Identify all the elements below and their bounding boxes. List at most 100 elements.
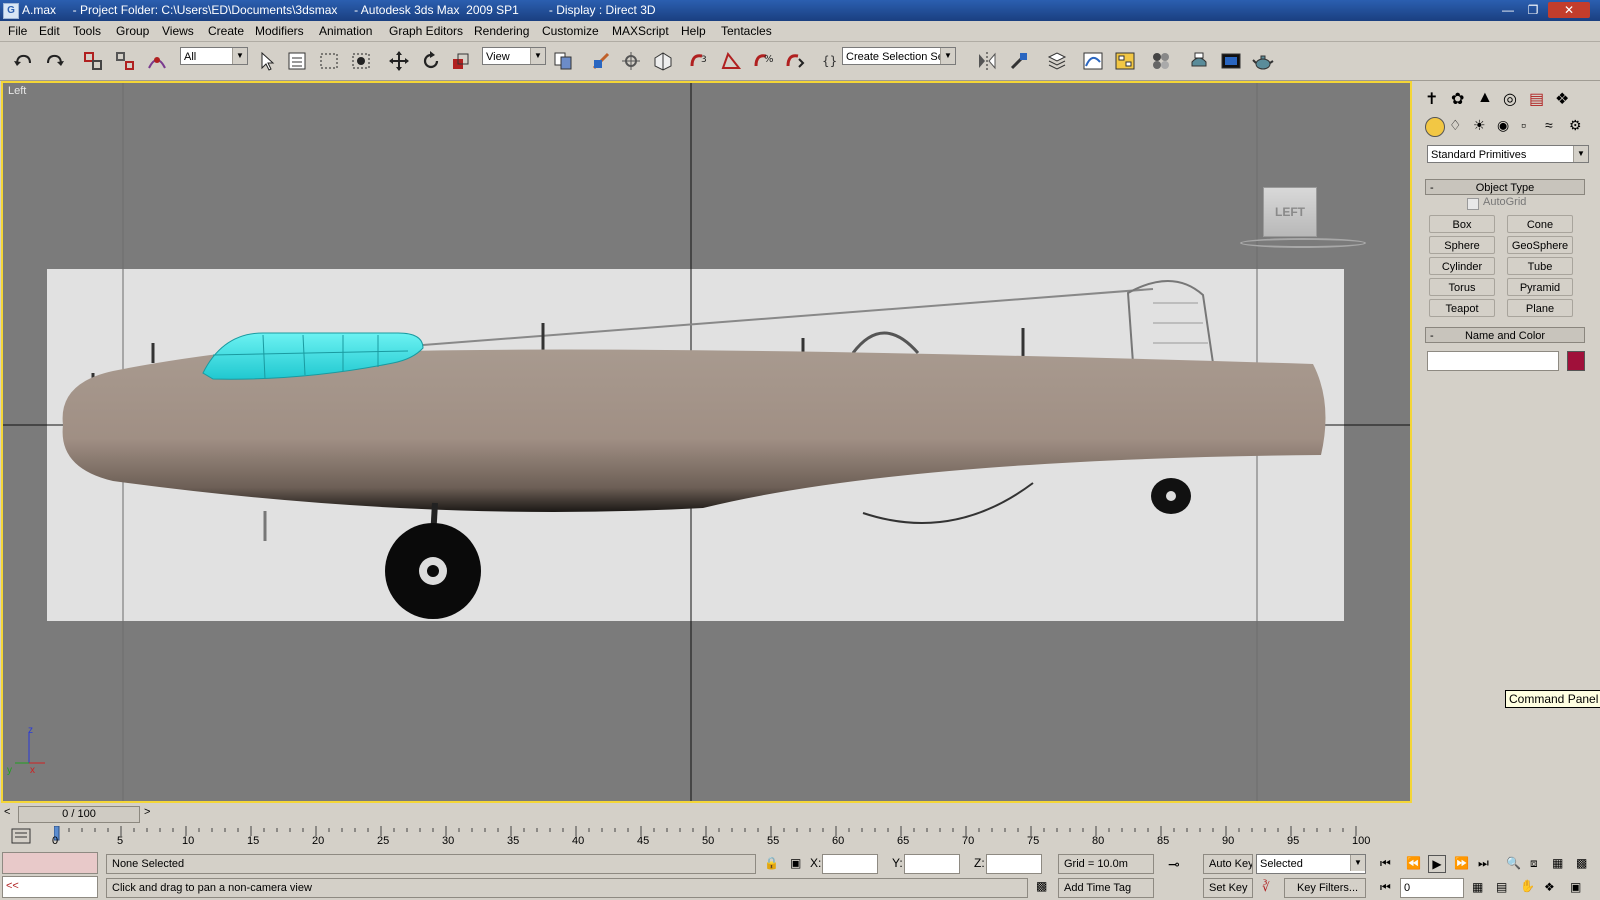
rotate-icon[interactable] (420, 50, 442, 72)
object-name-input[interactable] (1427, 351, 1559, 371)
helpers-icon[interactable]: ▫ (1521, 117, 1526, 133)
lock-selection-icon[interactable]: 🔒 (764, 856, 779, 870)
time-slider[interactable]: 0 / 100 (18, 806, 140, 823)
geometry-icon[interactable] (1425, 117, 1445, 137)
bind-to-space-warp-icon[interactable] (146, 50, 168, 72)
auto-key-button[interactable]: Auto Key (1203, 854, 1253, 874)
add-time-tag-button[interactable]: Add Time Tag (1058, 878, 1154, 898)
maximize-button[interactable]: ❐ (1523, 2, 1543, 18)
torus-button[interactable]: Torus (1429, 278, 1495, 296)
layer-manager-icon[interactable] (1046, 50, 1068, 72)
menu-edit[interactable]: Edit (39, 24, 60, 38)
rectangular-selection-icon[interactable] (318, 50, 340, 72)
mirror-icon[interactable] (976, 50, 998, 72)
y-coordinate-field[interactable] (904, 854, 960, 874)
modify-tab-icon[interactable]: ✿ (1451, 89, 1464, 109)
menu-rendering[interactable]: Rendering (474, 24, 529, 38)
create-tab-icon[interactable]: ✝ (1425, 89, 1438, 109)
box-button[interactable]: Box (1429, 215, 1495, 233)
key-curve-icon[interactable]: ∛ (1262, 880, 1270, 894)
viewport-left[interactable]: Left LEFT z y x (1, 81, 1412, 803)
maxscript-mini-listener[interactable]: << (2, 876, 98, 898)
minimize-button[interactable]: — (1498, 2, 1518, 18)
menu-tools[interactable]: Tools (73, 24, 101, 38)
menu-graph-editors[interactable]: Graph Editors (389, 24, 463, 38)
lights-icon[interactable]: ☀ (1473, 117, 1486, 134)
set-key-key-icon[interactable]: ⊸ (1168, 856, 1180, 873)
space-warps-icon[interactable]: ≈ (1545, 117, 1553, 133)
menu-animation[interactable]: Animation (319, 24, 372, 38)
edit-named-selection-icon[interactable]: {} (820, 50, 842, 72)
name-and-color-rollout-header[interactable]: - Name and Color (1425, 327, 1585, 343)
select-and-link-icon[interactable] (82, 50, 104, 72)
shapes-icon[interactable]: ♢ (1449, 117, 1462, 134)
menu-create[interactable]: Create (208, 24, 244, 38)
menu-help[interactable]: Help (681, 24, 706, 38)
keyboard-shortcut-toggle-icon[interactable] (620, 50, 642, 72)
align-icon[interactable] (1008, 50, 1030, 72)
time-slider-prev-icon[interactable]: < (4, 806, 10, 818)
autogrid-checkbox[interactable] (1467, 198, 1479, 210)
close-button[interactable]: ✕ (1548, 2, 1590, 18)
key-mode-dropdown[interactable]: Selected ▼ (1256, 854, 1366, 874)
menu-customize[interactable]: Customize (542, 24, 599, 38)
key-filters-button[interactable]: Key Filters... (1284, 878, 1366, 898)
select-and-manipulate-icon[interactable] (590, 50, 612, 72)
reference-coordinate-dropdown[interactable]: View ▼ (482, 47, 546, 65)
sphere-button[interactable]: Sphere (1429, 236, 1495, 254)
menu-file[interactable]: File (8, 24, 27, 38)
material-editor-icon[interactable] (1150, 50, 1172, 72)
viewcube-compass-ring[interactable] (1240, 238, 1366, 248)
move-icon[interactable] (388, 50, 410, 72)
geosphere-button[interactable]: GeoSphere (1507, 236, 1573, 254)
object-color-swatch[interactable] (1567, 351, 1585, 371)
region-zoom-icon[interactable]: ▤ (1496, 880, 1507, 894)
pan-view-hand-icon[interactable]: ✋ (1520, 879, 1535, 893)
utilities-tab-icon[interactable]: ❖ (1555, 89, 1569, 109)
render-production-teapot-icon[interactable] (1252, 50, 1274, 72)
window-crossing-icon[interactable] (350, 50, 372, 72)
systems-icon[interactable]: ⚙ (1569, 117, 1582, 134)
orbit-icon[interactable]: ❖ (1544, 880, 1555, 894)
snap-3d-icon[interactable]: 3 (688, 50, 710, 72)
cylinder-button[interactable]: Cylinder (1429, 257, 1495, 275)
zoom-extents-all-icon[interactable]: ▩ (1576, 856, 1587, 870)
cameras-icon[interactable]: ◉ (1497, 117, 1509, 134)
go-to-end-icon[interactable]: ⏭ (1478, 856, 1489, 871)
curve-editor-icon[interactable] (1082, 50, 1104, 72)
spinner-snap-icon[interactable] (784, 50, 806, 72)
time-tag-icon[interactable]: ▩ (1036, 879, 1047, 893)
next-frame-icon[interactable]: ⏩ (1454, 856, 1469, 870)
viewport-label[interactable]: Left (8, 85, 26, 97)
menu-group[interactable]: Group (116, 24, 149, 38)
absolute-mode-transform-icon[interactable]: ▣ (790, 856, 801, 870)
percent-snap-icon[interactable]: % (752, 50, 774, 72)
plane-button[interactable]: Plane (1507, 299, 1573, 317)
tube-button[interactable]: Tube (1507, 257, 1573, 275)
menu-maxscript[interactable]: MAXScript (612, 24, 669, 38)
zoom-all-icon[interactable]: ⧈ (1530, 856, 1538, 871)
primitive-category-dropdown[interactable]: Standard Primitives ▼ (1427, 145, 1589, 163)
object-type-rollout-header[interactable]: - Object Type (1425, 179, 1585, 195)
select-by-name-icon[interactable] (286, 50, 308, 72)
unlink-selection-icon[interactable] (114, 50, 136, 72)
time-configuration-icon[interactable]: ▦ (1472, 880, 1483, 894)
open-mini-curve-editor-icon[interactable] (10, 826, 32, 846)
cone-button[interactable]: Cone (1507, 215, 1573, 233)
set-key-button[interactable]: Set Key (1203, 878, 1253, 898)
z-coordinate-field[interactable] (986, 854, 1042, 874)
snaps-toggle-icon[interactable] (652, 50, 674, 72)
redo-icon[interactable] (44, 50, 66, 72)
menu-tentacles[interactable]: Tentacles (721, 24, 772, 38)
menu-modifiers[interactable]: Modifiers (255, 24, 304, 38)
display-tab-icon[interactable]: ▤ (1529, 89, 1544, 109)
scale-icon[interactable] (450, 50, 472, 72)
key-mode-toggle-icon[interactable]: ⏮ (1380, 880, 1391, 895)
undo-icon[interactable] (12, 50, 34, 72)
motion-tab-icon[interactable]: ◎ (1503, 89, 1517, 109)
menu-views[interactable]: Views (162, 24, 194, 38)
maximize-viewport-icon[interactable]: ▣ (1570, 880, 1581, 894)
time-slider-next-icon[interactable]: > (144, 806, 150, 818)
previous-frame-icon[interactable]: ⏪ (1406, 856, 1421, 870)
angle-snap-icon[interactable] (720, 50, 742, 72)
